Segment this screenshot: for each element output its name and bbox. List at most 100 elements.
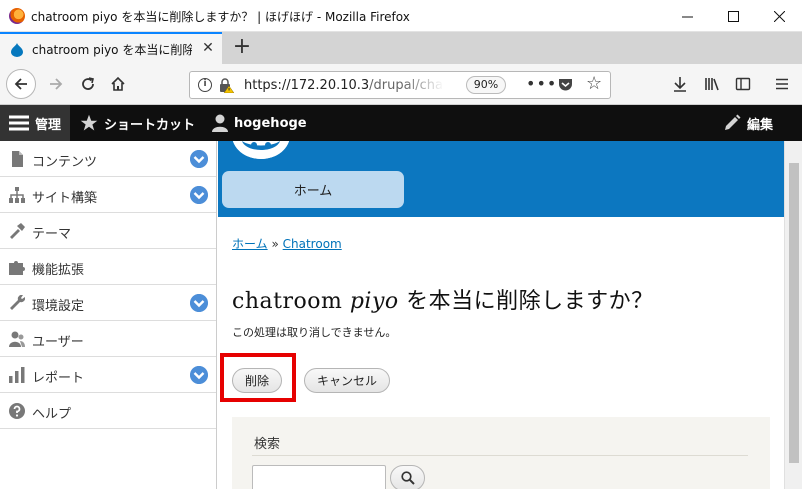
sidebar-item-label: 環境設定 <box>32 299 85 314</box>
nav-home-tab[interactable]: ホーム <box>222 171 404 208</box>
page-title-suffix: を本当に削除しますか？ <box>406 289 654 314</box>
sidebar-icon <box>735 77 751 91</box>
scrollbar-thumb[interactable] <box>789 163 799 463</box>
tab-strip: chatroom piyo を本当に削除しま ✕ + <box>0 32 802 64</box>
sidebar-item-reports[interactable]: レポート <box>0 357 216 393</box>
active-tab[interactable]: chatroom piyo を本当に削除しま ✕ <box>0 32 222 64</box>
breadcrumb-separator: » <box>271 237 279 251</box>
hamburger-menu-icon <box>776 78 788 90</box>
people-icon <box>9 331 25 347</box>
library-button[interactable] <box>698 70 726 98</box>
url-bar[interactable]: i https://172.20.10.3/drupal/cha 90% •••… <box>189 71 611 99</box>
downloads-button[interactable] <box>666 70 694 98</box>
forward-button[interactable] <box>42 70 70 98</box>
search-divider <box>252 455 748 456</box>
close-window-button[interactable] <box>756 0 802 32</box>
wrench-icon <box>10 295 25 310</box>
toolbar-user[interactable]: hogehoge <box>212 105 307 141</box>
new-tab-button[interactable]: + <box>228 34 256 62</box>
sidebar-item-label: テーマ <box>32 227 72 242</box>
page-title-prefix: chatroom <box>232 289 343 314</box>
sidebar-item-appearance[interactable]: テーマ <box>0 213 216 249</box>
sidebar-item-configuration[interactable]: 環境設定 <box>0 285 216 321</box>
hamburger-icon <box>9 115 29 131</box>
puzzle-icon <box>9 261 25 275</box>
search-button[interactable] <box>390 465 425 489</box>
breadcrumb-home-link[interactable]: ホーム <box>232 237 268 251</box>
breadcrumb: ホーム » Chatroom <box>232 235 342 252</box>
url-text[interactable]: https://172.20.10.3/drupal/cha <box>244 78 444 93</box>
url-path: /drupal/cha <box>369 78 443 93</box>
firefox-logo-icon <box>9 8 25 24</box>
arrow-right-icon <box>50 78 63 90</box>
tab-title: chatroom piyo を本当に削除しま <box>32 43 192 57</box>
chevron-down-icon[interactable] <box>190 186 208 204</box>
chevron-down-icon[interactable] <box>190 294 208 312</box>
page-title: chatroom piyo を本当に削除しますか？ <box>232 283 654 315</box>
site-header: ホーム <box>218 141 784 217</box>
pocket-icon[interactable] <box>558 78 573 92</box>
bookmark-star-icon[interactable]: ☆ <box>586 75 602 93</box>
toolbar-edit[interactable]: 編集 <box>723 105 773 141</box>
page-title-entity: piyo <box>349 289 399 314</box>
home-button[interactable] <box>104 70 132 98</box>
sidebar-item-content[interactable]: コンテンツ <box>0 141 216 177</box>
sidebar-item-people[interactable]: ユーザー <box>0 321 216 357</box>
toolbar-manage-label: 管理 <box>35 117 62 133</box>
sidebar-toggle-button[interactable] <box>729 70 757 98</box>
breadcrumb-chatroom-link[interactable]: Chatroom <box>283 237 342 251</box>
tab-close-icon[interactable]: ✕ <box>200 40 216 56</box>
toolbar-shortcuts[interactable]: ショートカット <box>80 105 195 141</box>
maximize-icon <box>727 10 739 22</box>
zoom-indicator[interactable]: 90% <box>466 76 506 94</box>
chevron-down-icon[interactable] <box>190 150 208 168</box>
open-menu-button[interactable] <box>768 70 796 98</box>
navigation-bar: i https://172.20.10.3/drupal/cha 90% •••… <box>0 64 802 105</box>
sidebar-item-extend[interactable]: 機能拡張 <box>0 249 216 285</box>
cancel-button[interactable]: キャンセル <box>304 368 390 393</box>
home-icon <box>111 76 125 91</box>
sidebar-item-help[interactable]: ヘルプ <box>0 393 216 429</box>
pencil-icon <box>725 114 741 130</box>
reload-icon <box>82 77 94 90</box>
window-title: chatroom piyo を本当に削除しますか？ | ほげほげ - Mozil… <box>31 10 410 24</box>
maximize-button[interactable] <box>710 0 756 32</box>
site-logo[interactable] <box>232 141 290 159</box>
window-title-bar: chatroom piyo を本当に削除しますか？ | ほげほげ - Mozil… <box>0 0 802 32</box>
info-icon[interactable]: i <box>198 78 212 92</box>
url-host: https://172.20.10.3 <box>244 78 370 93</box>
main-content: ホーム ホーム » Chatroom chatroom piyo を本当に削除し… <box>218 141 784 489</box>
user-icon <box>212 114 228 132</box>
library-icon <box>705 78 719 91</box>
arrow-left-icon <box>14 78 27 90</box>
page-actions-menu-icon[interactable]: ••• <box>526 76 557 92</box>
drupal-favicon-icon <box>11 43 23 57</box>
search-block: 検索 <box>232 417 770 489</box>
reload-button[interactable] <box>74 70 102 98</box>
minimize-button[interactable] <box>664 0 710 32</box>
help-icon <box>9 403 25 419</box>
search-icon <box>400 471 415 485</box>
sitemap-icon <box>9 187 25 203</box>
confirmation-description: この処理は取り消しできません。 <box>232 326 397 339</box>
sidebar-item-label: コンテンツ <box>32 155 98 170</box>
admin-toolbar: 管理 ショートカット hogehoge 編集 <box>0 105 802 141</box>
search-block-title: 検索 <box>254 437 281 452</box>
bar-chart-icon <box>9 367 25 383</box>
toolbar-manage[interactable]: 管理 <box>0 105 70 141</box>
insecure-lock-icon[interactable] <box>218 77 234 93</box>
sidebar-item-label: ユーザー <box>32 335 84 350</box>
delete-button[interactable]: 削除 <box>232 368 282 393</box>
sidebar-item-label: レポート <box>32 371 85 386</box>
brush-icon <box>10 223 25 239</box>
page-scrollbar[interactable] <box>784 141 802 489</box>
toolbar-user-label: hogehoge <box>234 115 307 131</box>
file-icon <box>12 151 23 167</box>
back-button[interactable] <box>6 69 36 99</box>
sidebar-item-label: サイト構築 <box>32 191 98 206</box>
sidebar-item-structure[interactable]: サイト構築 <box>0 177 216 213</box>
close-icon <box>773 10 785 22</box>
search-input[interactable] <box>252 465 386 489</box>
minimize-icon <box>681 16 693 17</box>
chevron-down-icon[interactable] <box>190 366 208 384</box>
